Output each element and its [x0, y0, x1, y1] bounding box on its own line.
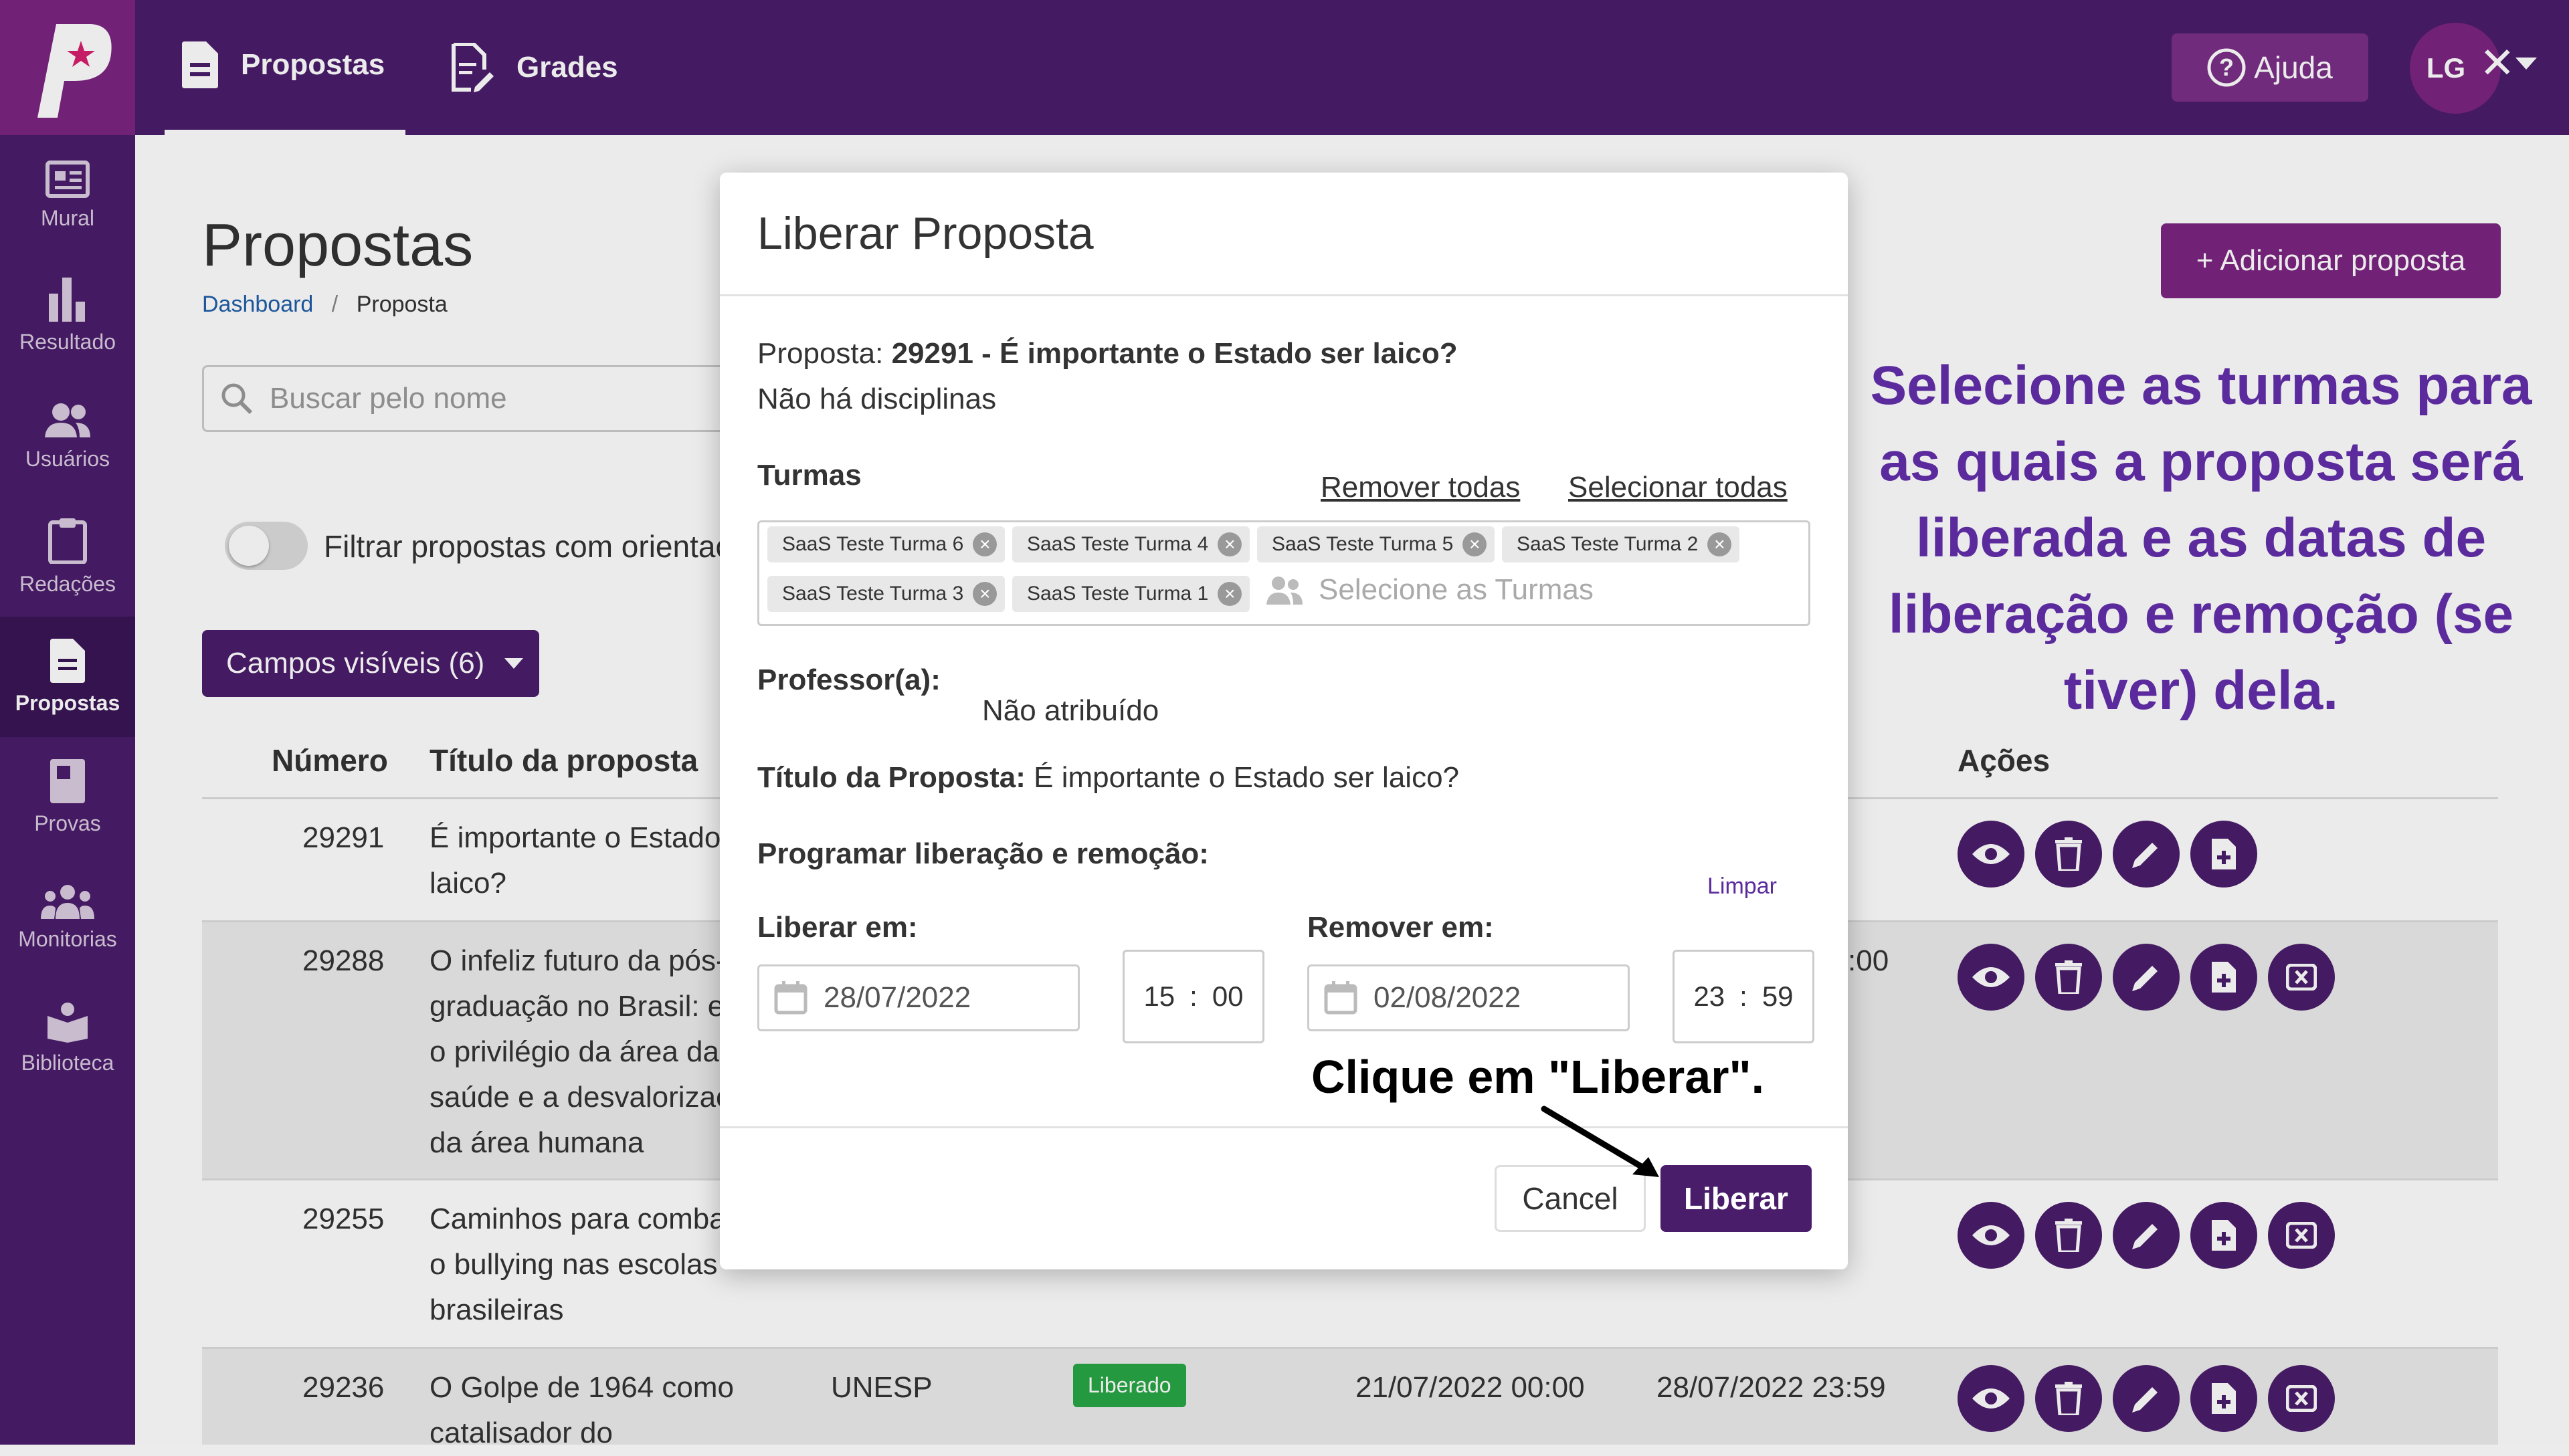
release-time-input[interactable]: 15 : 00	[1123, 950, 1264, 1043]
modal-header: Liberar Proposta	[720, 173, 1848, 296]
release-minute[interactable]: 00	[1212, 980, 1244, 1013]
teacher-label: Professor(a):	[757, 663, 941, 696]
class-tag-label: SaaS Teste Turma 1	[1027, 583, 1209, 605]
remove-hour[interactable]: 23	[1693, 980, 1725, 1013]
clear-link[interactable]: Limpar	[1707, 873, 1777, 900]
release-proposal-modal: Liberar Proposta Proposta: 29291 - É imp…	[720, 173, 1848, 1269]
class-tag: SaaS Teste Turma 5 ×	[1257, 526, 1495, 562]
calendar-icon	[1324, 981, 1357, 1015]
classes-placeholder-text: Selecione as Turmas	[1319, 573, 1594, 606]
title-value: É importante o Estado ser laico?	[1034, 761, 1460, 794]
remove-date-value: 02/08/2022	[1373, 981, 1521, 1014]
classes-placeholder: Selecione as Turmas	[1265, 573, 1594, 607]
class-tag: SaaS Teste Turma 1 ×	[1012, 576, 1250, 612]
remove-tag-icon[interactable]: ×	[1218, 582, 1242, 606]
no-disciplines-text: Não há disciplinas	[757, 383, 997, 415]
release-date-value: 28/07/2022	[824, 981, 971, 1014]
select-all-link[interactable]: Selecionar todas	[1568, 471, 1788, 504]
proposal-info: Proposta: 29291 - É importante o Estado …	[757, 337, 1458, 371]
time-separator: :	[1190, 980, 1198, 1012]
time-separator: :	[1739, 980, 1747, 1012]
remove-tag-icon[interactable]: ×	[1707, 532, 1732, 556]
schedule-label: Programar liberação e remoção:	[757, 837, 1209, 870]
class-tag: SaaS Teste Turma 3 ×	[767, 576, 1006, 612]
remove-tag-icon[interactable]: ×	[1462, 532, 1487, 556]
class-tag-label: SaaS Teste Turma 2	[1517, 533, 1699, 555]
remove-tag-icon[interactable]: ×	[973, 582, 997, 606]
classes-multiselect[interactable]: SaaS Teste Turma 6 × SaaS Teste Turma 4 × …	[757, 520, 1810, 626]
remove-tag-icon[interactable]: ×	[1218, 532, 1242, 556]
teacher-value: Não atribuído	[982, 694, 1159, 727]
release-hour[interactable]: 15	[1143, 980, 1175, 1013]
remove-date-input[interactable]: 02/08/2022	[1307, 964, 1630, 1031]
remove-label: Remover em:	[1307, 911, 1494, 944]
title-label: Título da Proposta:	[757, 761, 1026, 794]
remove-all-link[interactable]: Remover todas	[1321, 471, 1520, 504]
title-info: Título da Proposta: É importante o Estad…	[757, 761, 1459, 795]
class-tag: SaaS Teste Turma 2 ×	[1502, 526, 1740, 562]
remove-minute[interactable]: 59	[1762, 980, 1794, 1013]
liberar-button[interactable]: Liberar	[1660, 1165, 1812, 1232]
proposal-value: 29291 - É importante o Estado ser laico?	[891, 337, 1458, 370]
class-tag-label: SaaS Teste Turma 6	[782, 533, 964, 555]
users-icon	[1265, 575, 1304, 605]
release-date-input[interactable]: 28/07/2022	[757, 964, 1080, 1031]
instruction-annotation: Selecione as turmas para as quais a prop…	[1870, 355, 2532, 721]
class-tag: SaaS Teste Turma 6 ×	[767, 526, 1006, 562]
modal-title: Liberar Proposta	[757, 208, 1094, 259]
classes-label: Turmas	[757, 459, 862, 492]
class-tag-label: SaaS Teste Turma 5	[1272, 533, 1454, 555]
calendar-icon	[774, 981, 807, 1015]
class-tag-label: SaaS Teste Turma 3	[782, 583, 964, 605]
release-label: Liberar em:	[757, 911, 918, 944]
remove-time-input[interactable]: 23 : 59	[1673, 950, 1814, 1043]
class-tag-label: SaaS Teste Turma 4	[1027, 533, 1209, 555]
remove-tag-icon[interactable]: ×	[973, 532, 997, 556]
class-tag: SaaS Teste Turma 4 ×	[1012, 526, 1250, 562]
arrow-annotation	[1541, 1106, 1659, 1177]
click-hint-annotation: Clique em "Liberar".	[1311, 1051, 1765, 1103]
proposal-label: Proposta:	[757, 337, 884, 370]
